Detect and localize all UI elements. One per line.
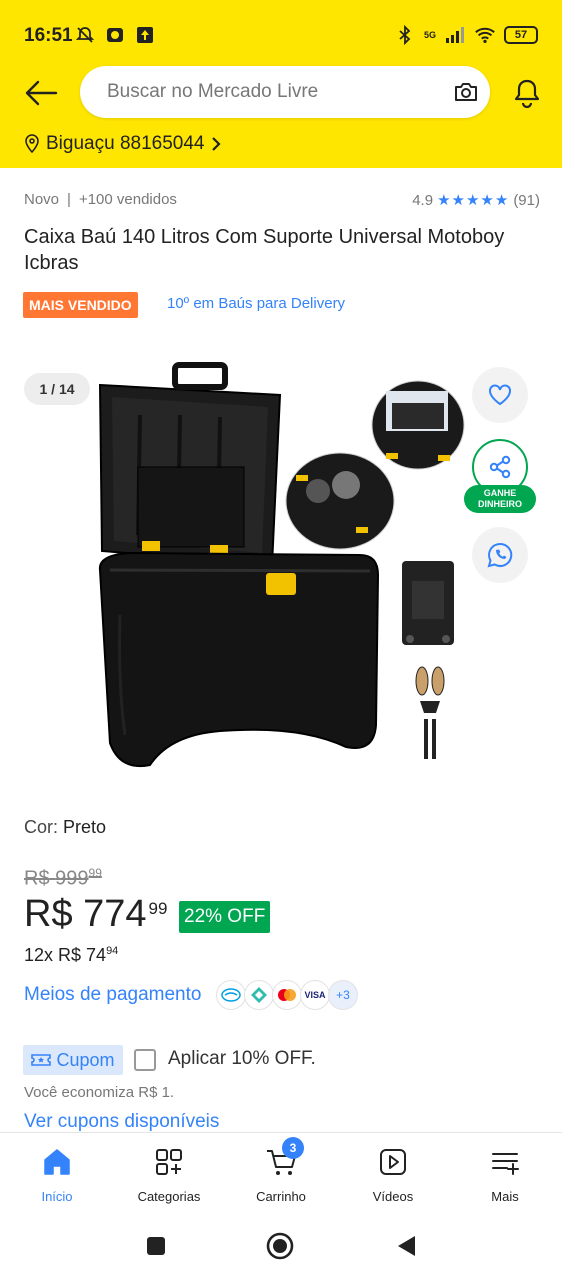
apply-coupon-label[interactable]: Aplicar 10% OFF. [168,1048,316,1070]
location-pin-icon [25,134,39,154]
best-seller-badge: MAIS VENDIDO [23,292,138,318]
categories-icon [152,1145,186,1179]
rating-stars: ★★★★★ [437,192,510,209]
see-coupons-link[interactable]: Ver cupons disponíveis [24,1111,219,1133]
visa-icon: VISA [300,980,330,1010]
coupon-badge: Cupom [23,1045,123,1075]
status-system-icons: 5G 57 [394,24,538,46]
video-play-icon [376,1145,410,1179]
discount-badge: 22% OFF [179,901,271,933]
mercado-pago-icon [216,980,246,1010]
old-price-integer: 999 [55,867,89,890]
status-notification-icons [74,24,156,46]
earn-line-1: GANHE [483,488,517,498]
condition-label: Novo [24,191,60,208]
review-count: (91) [513,191,540,209]
price-currency: R$ [24,893,73,935]
network-type: 5G [423,30,436,40]
bluetooth-icon [394,24,416,46]
menu-plus-icon [488,1145,522,1179]
rating-value: 4.9 [412,191,434,209]
nav-videos-label: Vídeos [372,1189,414,1204]
battery-indicator: 57 [504,26,538,44]
heart-icon [489,384,511,406]
savings-text: Você economiza R$ 1. [24,1084,175,1101]
status-bar: 16:51 5G 57 [0,0,562,70]
chevron-right-icon [212,137,222,151]
category-rank-link[interactable]: 10º em Baús para Delivery [167,295,345,312]
old-price-currency: R$ [24,867,50,890]
old-price-cents: 99 [88,866,102,880]
product-gallery[interactable]: 1 / 14 GANHE DINHEIRO [0,355,562,785]
pix-icon [244,980,274,1010]
cart-count-badge: 3 [282,1137,304,1159]
color-label: Cor: [24,817,59,837]
coupon-badge-label: Cupom [56,1049,115,1070]
whatsapp-icon [487,542,513,568]
app-notification-icon [104,24,126,46]
installments-value: 12x R$ 74 [24,945,107,965]
mute-bell-icon [74,24,96,46]
circle-icon [266,1232,294,1260]
nav-more[interactable]: Mais [455,1145,555,1204]
recent-apps-button[interactable] [142,1232,170,1260]
rating-summary[interactable]: 4.9 ★★★★★ (91) [412,191,540,210]
installments-cents: 94 [106,945,119,957]
price-cents: 99 [148,899,168,918]
bell-icon [514,79,540,108]
wifi-icon [474,24,496,46]
color-variant[interactable]: Cor: Preto [24,817,106,838]
nav-categories[interactable]: Categorias [119,1145,219,1204]
back-system-button[interactable] [392,1232,420,1260]
location-selector[interactable]: Biguaçu 88165044 [24,133,222,155]
earn-line-2: DINHEIRO [477,499,522,509]
sold-count: +100 vendidos [78,191,177,208]
nav-more-label: Mais [491,1189,519,1204]
app-header: 16:51 5G 57 Buscar no Mercado Livre Bigu… [0,0,562,168]
share-icon [489,455,511,479]
original-price: R$ 99999 [24,866,102,891]
cart-icon: 3 [264,1137,304,1179]
system-navigation-bar [0,1212,562,1280]
nav-categories-label: Categorias [137,1189,201,1204]
price-integer: 774 [83,893,147,935]
earn-money-tag[interactable]: GANHE DINHEIRO [464,485,536,513]
whatsapp-share-button[interactable] [472,527,528,583]
product-title: Caixa Baú 140 Litros Com Suporte Univers… [24,226,505,274]
installments-info: 12x R$ 7494 [24,945,118,966]
payment-icons[interactable]: VISA +3 [216,980,358,1010]
nav-cart[interactable]: 3 Carrinho [231,1137,331,1204]
ticket-icon [31,1054,52,1066]
product-meta: Novo | +100 vendidos [24,191,177,208]
status-time: 16:51 [24,25,73,46]
nav-home[interactable]: Início [7,1145,107,1204]
payment-methods-link[interactable]: Meios de pagamento [24,984,201,1006]
nav-cart-label: Carrinho [256,1189,306,1204]
bottom-navigation: Início Categorias 3 Carrinho Vídeos Mais [0,1132,562,1212]
nav-videos[interactable]: Vídeos [343,1145,443,1204]
square-icon [147,1237,165,1255]
notifications-button[interactable] [508,74,546,112]
camera-icon [455,83,477,101]
current-price: R$ 774 99 [24,893,167,936]
home-icon [40,1145,74,1179]
home-system-button[interactable] [266,1232,294,1260]
back-button[interactable] [22,74,60,112]
nav-home-label: Início [41,1189,73,1204]
location-text: Biguaçu 88165044 [46,133,205,154]
color-value: Preto [63,817,107,837]
camera-search-button[interactable] [450,76,482,108]
apply-coupon-checkbox[interactable] [134,1049,156,1071]
favorite-button[interactable] [472,367,528,423]
search-input[interactable]: Buscar no Mercado Livre [80,66,490,118]
upload-icon [134,24,156,46]
search-placeholder: Buscar no Mercado Livre [107,81,319,102]
mastercard-icon [272,980,302,1010]
more-payment-methods[interactable]: +3 [328,980,358,1010]
signal-icon [444,24,466,46]
triangle-back-icon [398,1236,415,1256]
meta-separator: | [67,191,71,208]
arrow-left-icon [25,80,58,106]
